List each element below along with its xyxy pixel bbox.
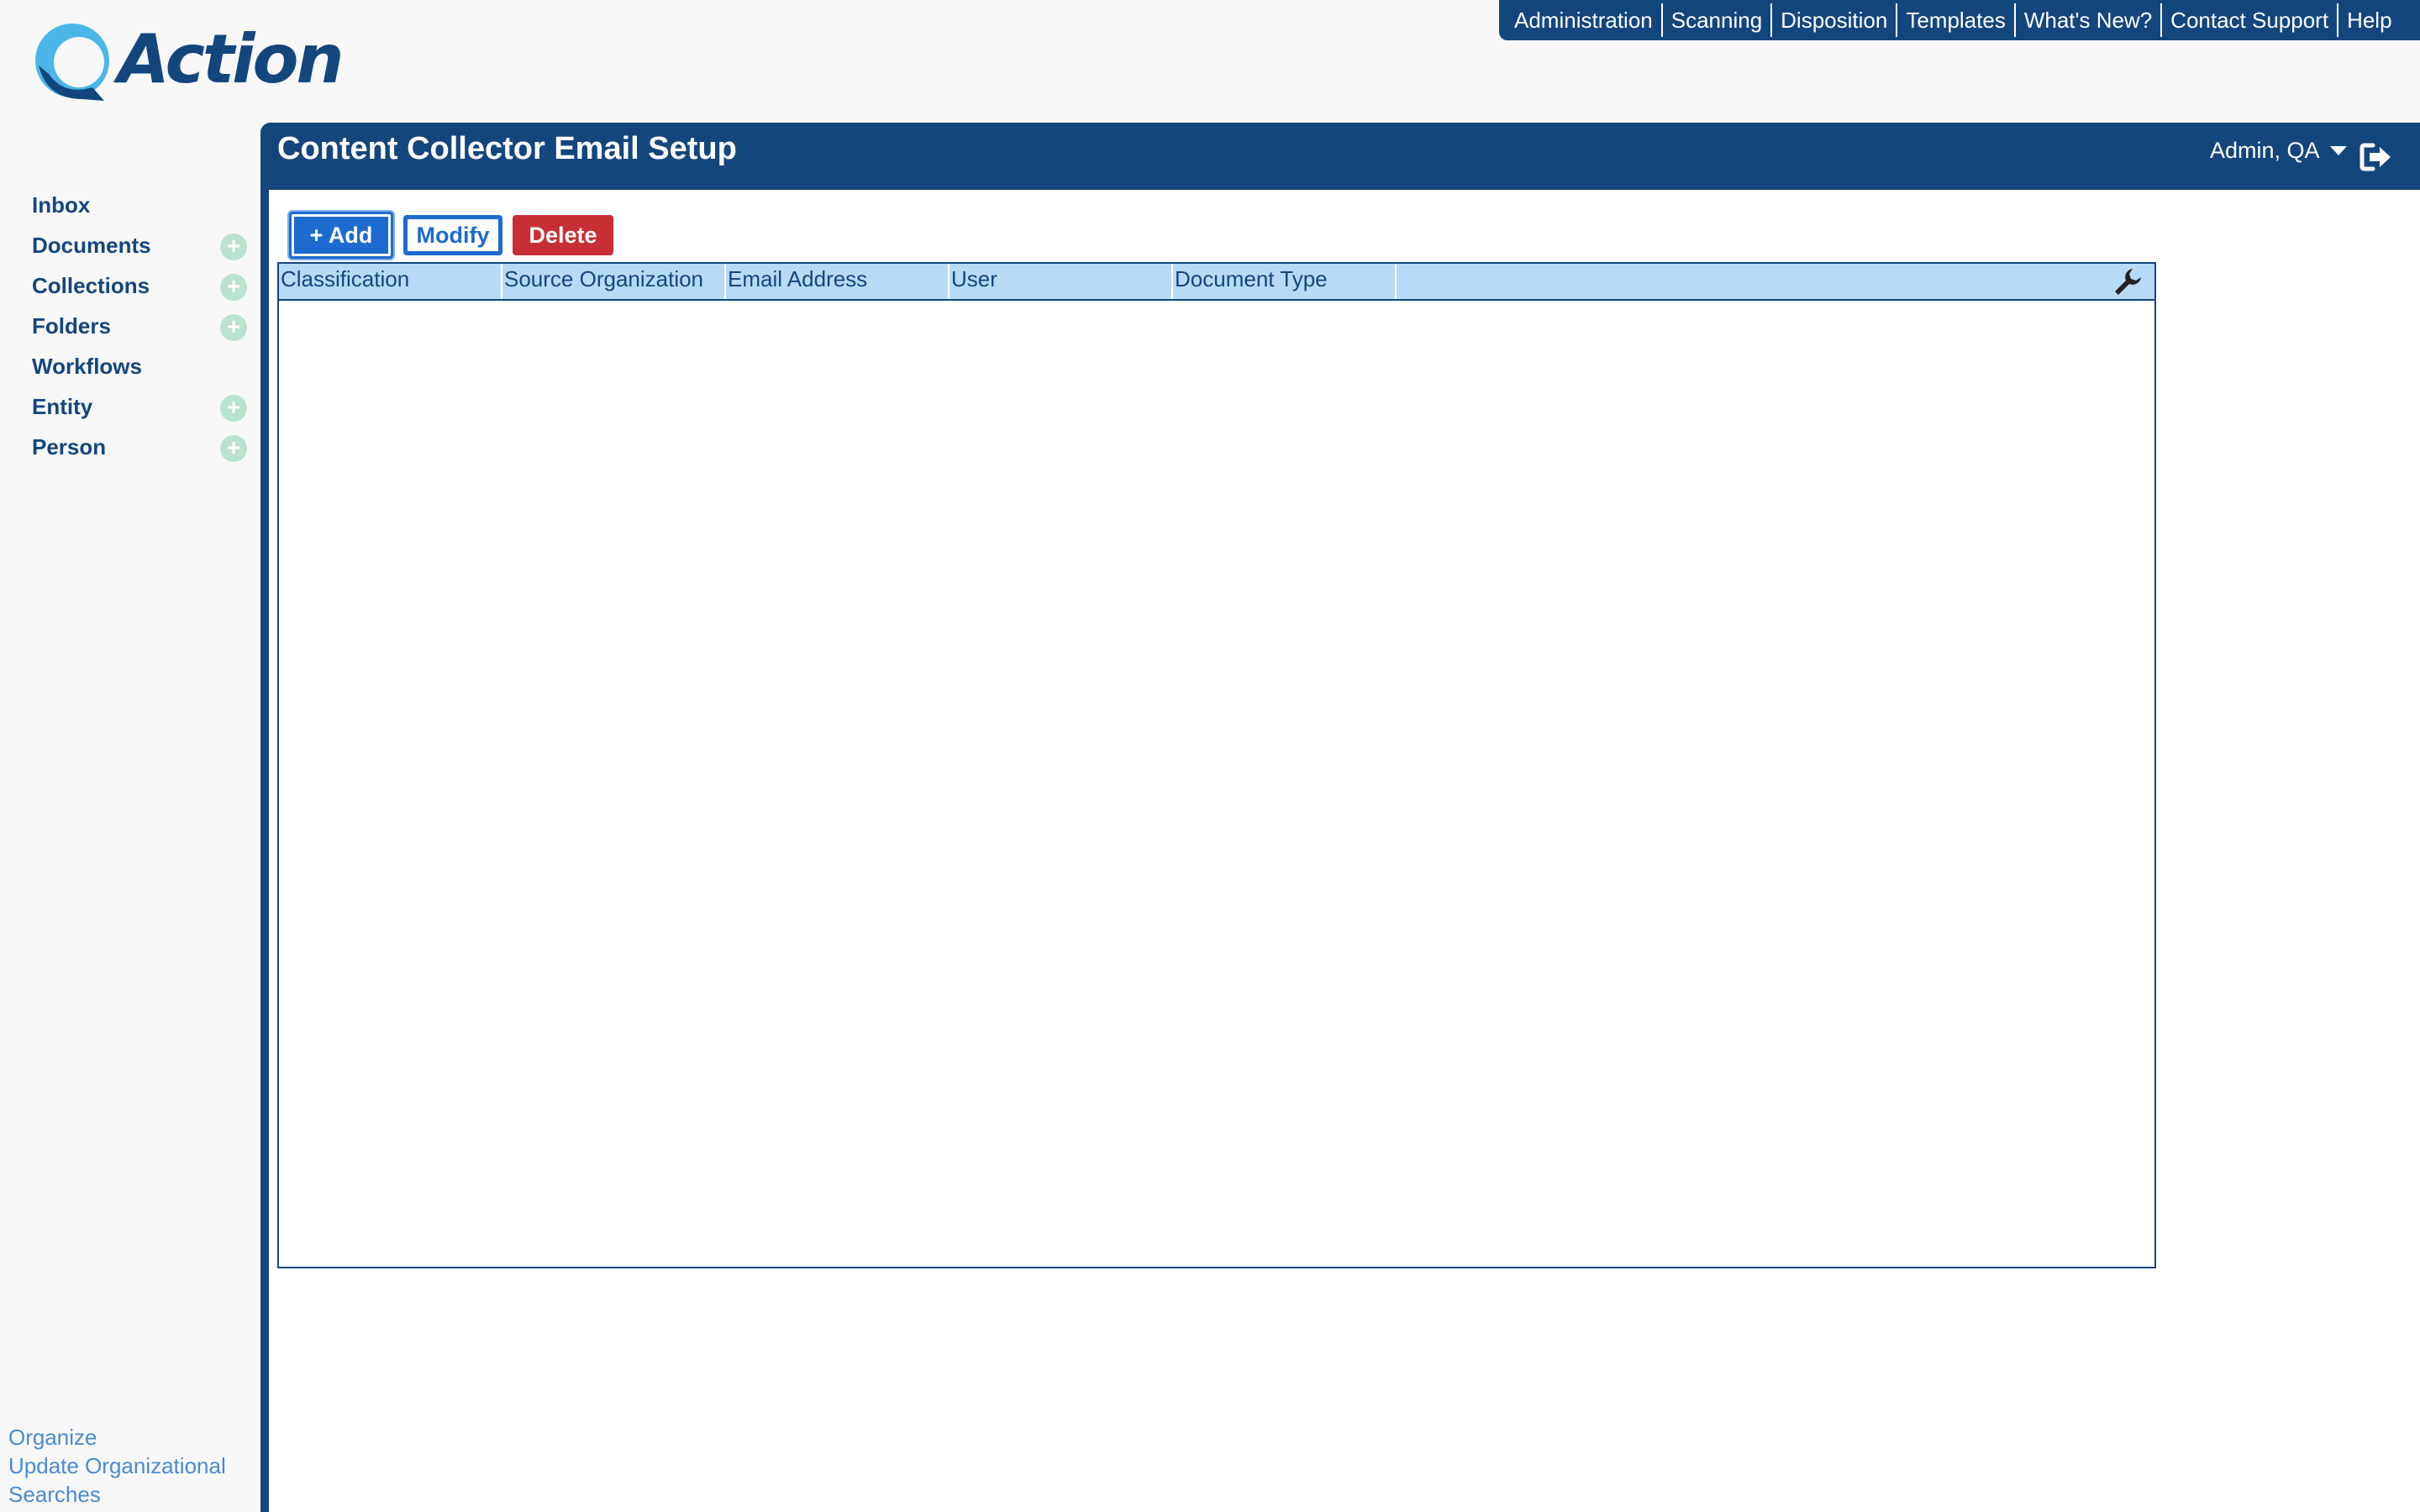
top-menu-whats-new[interactable]: What's New?: [2013, 3, 2160, 37]
grid-body: [279, 301, 2154, 1267]
add-folder-icon[interactable]: +: [220, 314, 247, 341]
add-entity-icon[interactable]: +: [220, 395, 247, 422]
sidebar-item-documents[interactable]: Documents +: [0, 225, 260, 265]
caret-down-icon: [2329, 146, 2347, 155]
sidebar-item-inbox[interactable]: Inbox: [0, 185, 260, 225]
sidebar-item-label: Workflows: [32, 353, 142, 379]
column-header-email-address[interactable]: Email Address: [726, 264, 950, 299]
email-setup-grid: Classification Source Organization Email…: [277, 262, 2156, 1268]
logo-q-icon: [35, 24, 109, 101]
main-panel: Content Collector Email Setup Admin, QA …: [260, 123, 2420, 1512]
sidebar: Inbox Documents + Collections + Folders …: [0, 185, 260, 467]
wrench-icon[interactable]: [2112, 267, 2143, 297]
top-menu: Administration Scanning Disposition Temp…: [1499, 0, 2420, 40]
sidebar-item-workflows[interactable]: Workflows: [0, 346, 260, 386]
sidebar-item-label: Collections: [32, 272, 150, 298]
add-person-icon[interactable]: +: [220, 435, 247, 462]
top-menu-scanning[interactable]: Scanning: [1660, 3, 1770, 37]
sidebar-item-label: Entity: [32, 393, 93, 419]
add-document-icon[interactable]: +: [220, 234, 247, 260]
sidebar-item-label: Folders: [32, 312, 111, 339]
add-button[interactable]: + Add: [289, 212, 393, 259]
top-menu-templates[interactable]: Templates: [1896, 3, 2014, 37]
sidebar-item-label: Documents: [32, 232, 151, 258]
top-menu-disposition[interactable]: Disposition: [1770, 3, 1896, 37]
searches-link[interactable]: Searches: [8, 1480, 260, 1509]
column-header-user[interactable]: User: [950, 264, 1173, 299]
sidebar-item-folders[interactable]: Folders +: [0, 306, 260, 346]
add-collection-icon[interactable]: +: [220, 274, 247, 301]
sidebar-item-label: Person: [32, 433, 107, 459]
toolbar: + Add Modify Delete: [289, 212, 623, 259]
user-name: Admin, QA: [2210, 138, 2320, 163]
top-menu-help[interactable]: Help: [2337, 3, 2400, 37]
column-header-source-organization[interactable]: Source Organization: [502, 264, 726, 299]
sidebar-bottom-links: Organize Update Organizational Searches: [8, 1423, 260, 1509]
grid-header: Classification Source Organization Email…: [279, 264, 2154, 301]
logout-icon[interactable]: [2360, 143, 2393, 171]
user-menu[interactable]: Admin, QA: [2210, 138, 2347, 164]
column-header-document-type[interactable]: Document Type: [1173, 264, 1397, 299]
top-menu-administration[interactable]: Administration: [1506, 3, 1661, 37]
page-title: Content Collector Email Setup: [277, 131, 737, 166]
app-root: Action Administration Scanning Dispositi…: [0, 0, 2420, 1512]
modify-button[interactable]: Modify: [403, 215, 502, 255]
sidebar-item-person[interactable]: Person +: [0, 427, 260, 467]
top-menu-contact-support[interactable]: Contact Support: [2160, 3, 2337, 37]
delete-button[interactable]: Delete: [513, 215, 613, 255]
sidebar-item-collections[interactable]: Collections +: [0, 265, 260, 306]
sidebar-item-entity[interactable]: Entity +: [0, 386, 260, 427]
column-header-classification[interactable]: Classification: [279, 264, 502, 299]
update-organizational-link[interactable]: Update Organizational: [8, 1452, 260, 1480]
logo-text: Action: [118, 20, 344, 98]
qaction-logo[interactable]: Action: [30, 18, 344, 106]
panel-header: Content Collector Email Setup Admin, QA: [260, 123, 2420, 190]
column-header-empty: [1397, 264, 1620, 299]
organize-link[interactable]: Organize: [8, 1423, 260, 1452]
sidebar-item-label: Inbox: [32, 192, 91, 218]
